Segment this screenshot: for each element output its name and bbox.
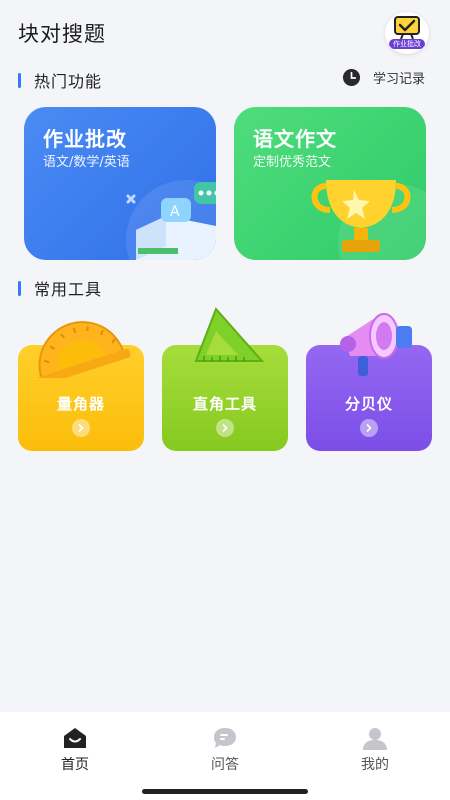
chat-icon: [214, 728, 236, 748]
profile-icon: [363, 728, 387, 750]
tab-qa[interactable]: 问答: [185, 726, 265, 774]
set-square-icon: [194, 307, 265, 362]
hot-section-title: 热门功能: [34, 72, 103, 91]
avatar[interactable]: 作业批改: [385, 12, 429, 54]
tab-home[interactable]: 首页: [35, 726, 115, 774]
hot-section-header: 热门功能: [18, 68, 102, 92]
megaphone-icon: [340, 313, 412, 376]
home-icon: [64, 728, 86, 748]
chinese-essay-card[interactable]: 语文作文 定制优秀范文: [234, 107, 426, 260]
bottom-tab-bar: 首页 问答 我的: [0, 712, 450, 800]
tools-section-header: 常用工具: [18, 276, 102, 300]
tab-label: 问答: [211, 757, 239, 773]
tool-label: 直角工具: [192, 395, 257, 413]
homework-correction-card[interactable]: 作业批改 语文/数学/英语 A: [24, 107, 216, 260]
tab-label: 首页: [61, 757, 89, 773]
section-accent-bar: [18, 280, 21, 296]
history-label: 学习记录: [373, 72, 426, 87]
chevron-right-icon: [360, 419, 378, 437]
svg-text:A: A: [170, 204, 180, 220]
protractor-icon: [35, 321, 131, 378]
section-accent-bar: [18, 72, 21, 88]
book-chat-icon: A: [126, 180, 216, 260]
tab-label: 我的: [361, 757, 389, 773]
trophy-icon: [311, 180, 426, 260]
app-header: 块对搜题 作业批改: [0, 0, 450, 62]
chevron-right-icon: [72, 419, 90, 437]
tab-me[interactable]: 我的: [335, 726, 415, 774]
avatar-badge: 作业批改: [389, 39, 425, 49]
chevron-right-icon: [216, 419, 234, 437]
history-link[interactable]: 学习记录: [342, 68, 425, 87]
card-title: 语文作文: [253, 127, 337, 151]
card-title: 作业批改: [43, 127, 127, 151]
app-title: 块对搜题: [18, 22, 106, 46]
tool-label: 分贝仪: [344, 395, 393, 413]
tool-label: 量角器: [56, 395, 105, 413]
tools-section-title: 常用工具: [34, 280, 103, 299]
clock-icon: [342, 68, 361, 87]
home-indicator: [142, 789, 308, 794]
